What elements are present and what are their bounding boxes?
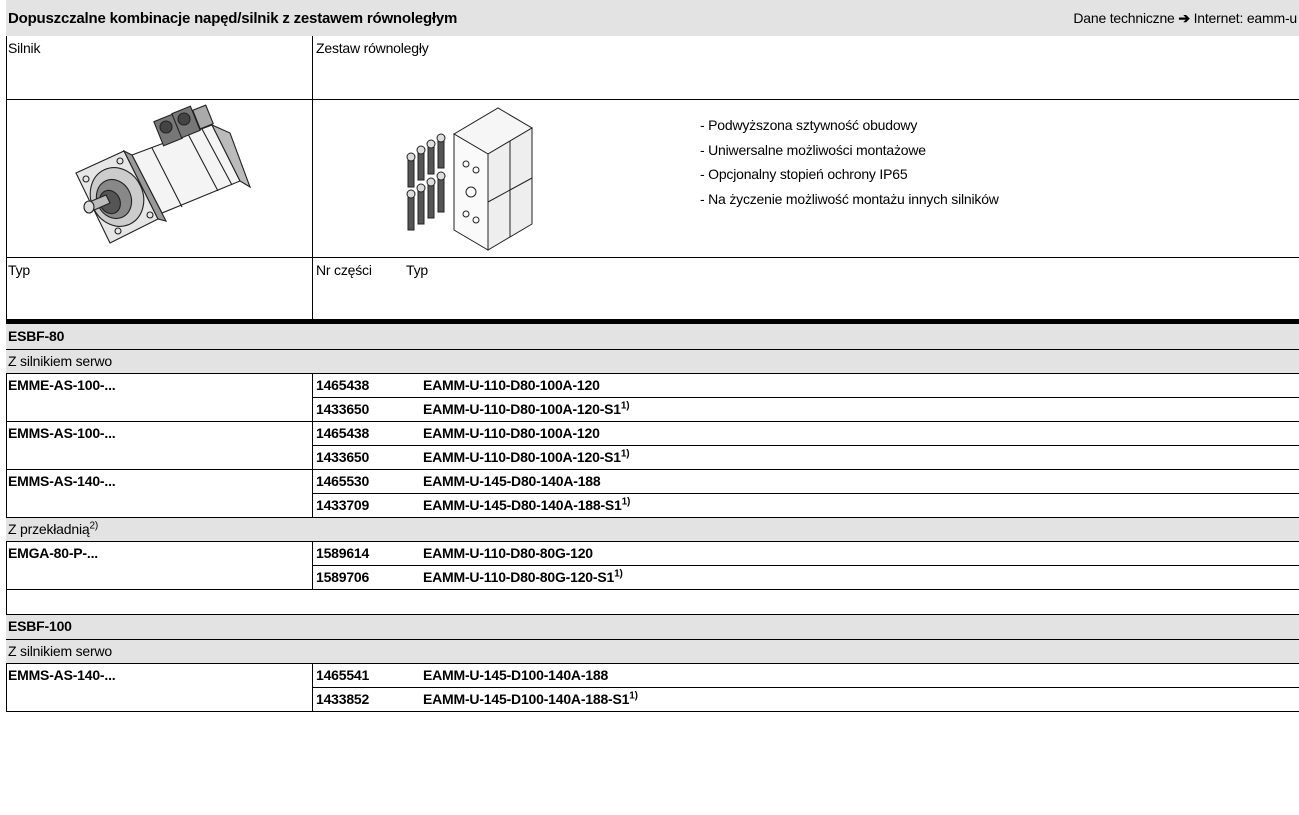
kit-type: EAMM-U-110-D80-100A-120-S11) bbox=[423, 448, 630, 465]
row-divider bbox=[312, 493, 1299, 494]
column-divider bbox=[312, 36, 313, 319]
row-divider bbox=[6, 373, 1299, 374]
row-divider bbox=[6, 711, 1299, 712]
row-divider bbox=[6, 257, 1299, 258]
tech-data-reference: Dane techniczne ➔ Internet: eamm-u bbox=[1073, 10, 1299, 27]
feature-item: - Opcjonalny stopień ochrony IP65 bbox=[700, 166, 908, 182]
footnote-ref: 2) bbox=[89, 520, 98, 532]
subsection-servo: Z silnikiem serwo bbox=[8, 353, 112, 369]
row-divider bbox=[312, 565, 1299, 566]
column-header-kit: Zestaw równoległy bbox=[316, 40, 429, 56]
footnote-ref: 1) bbox=[620, 448, 630, 460]
row-divider bbox=[6, 421, 1299, 422]
page-title: Dopuszczalne kombinacje napęd/silnik z z… bbox=[8, 9, 458, 27]
kit-type-text: EAMM-U-145-D80-140A-188 bbox=[423, 473, 601, 489]
motor-type: EMMS-AS-140-... bbox=[8, 473, 116, 489]
row-divider bbox=[6, 99, 1299, 100]
part-number: 1433650 bbox=[316, 449, 370, 465]
row-divider bbox=[6, 663, 1299, 664]
kit-type: EAMM-U-145-D100-140A-188 bbox=[423, 667, 608, 683]
column-header-type: Typ bbox=[8, 262, 30, 278]
part-number: 1433650 bbox=[316, 401, 370, 417]
kit-type-text: EAMM-U-110-D80-80G-120-S1 bbox=[423, 569, 615, 585]
title-bar: Dopuszczalne kombinacje napęd/silnik z z… bbox=[6, 0, 1299, 36]
subsection-band bbox=[6, 640, 1299, 663]
subsection-band bbox=[6, 518, 1299, 541]
subsection-servo: Z silnikiem serwo bbox=[8, 643, 112, 659]
footnote-ref: 1) bbox=[614, 568, 623, 580]
frame-left bbox=[6, 373, 7, 517]
motor-type: EMGA-80-P-... bbox=[8, 545, 98, 561]
section-band bbox=[6, 324, 1299, 349]
column-header-motor: Silnik bbox=[8, 40, 41, 56]
datasheet-page: Dopuszczalne kombinacje napęd/silnik z z… bbox=[0, 0, 1299, 815]
frame-left bbox=[6, 589, 7, 614]
motor-type: EMME-AS-100-... bbox=[8, 377, 116, 393]
kit-type: EAMM-U-110-D80-100A-120 bbox=[423, 425, 600, 441]
column-header-kit-type: Typ bbox=[406, 262, 428, 278]
part-number: 1589706 bbox=[316, 569, 370, 585]
part-number: 1465438 bbox=[316, 425, 370, 441]
feature-item: - Podwyższona sztywność obudowy bbox=[700, 117, 918, 133]
section-title-esbf-80: ESBF-80 bbox=[8, 328, 65, 344]
kit-type: EAMM-U-145-D80-140A-188 bbox=[423, 473, 601, 489]
subsection-band bbox=[6, 350, 1299, 373]
part-number: 1465530 bbox=[316, 473, 370, 489]
part-number: 1433852 bbox=[316, 691, 370, 707]
frame-left bbox=[6, 36, 7, 319]
kit-type-text: EAMM-U-145-D100-140A-188 bbox=[423, 667, 609, 683]
row-divider bbox=[6, 469, 1299, 470]
footnote-ref: 1) bbox=[629, 690, 638, 702]
column-header-part-number: Nr części bbox=[316, 262, 372, 278]
kit-type-text: EAMM-U-110-D80-100A-120-S1 bbox=[423, 449, 621, 465]
row-divider bbox=[312, 445, 1299, 446]
kit-type: EAMM-U-145-D100-140A-188-S11) bbox=[423, 691, 638, 707]
footnote-ref: 1) bbox=[621, 496, 631, 508]
kit-type-text: EAMM-U-110-D80-80G-120 bbox=[423, 545, 593, 561]
kit-type: EAMM-U-110-D80-80G-120 bbox=[423, 545, 593, 561]
kit-type-text: EAMM-U-110-D80-100A-120-S1 bbox=[423, 401, 621, 417]
kit-type: EAMM-U-110-D80-80G-120-S11) bbox=[423, 569, 623, 585]
arrow-right-icon: ➔ bbox=[1178, 9, 1190, 26]
frame-left bbox=[6, 663, 7, 711]
part-number: 1465541 bbox=[316, 667, 370, 683]
feature-list: - Podwyższona sztywność obudowy - Uniwer… bbox=[700, 113, 999, 211]
kit-type-text: EAMM-U-145-D100-140A-188-S1 bbox=[423, 691, 630, 707]
ref-link[interactable]: Internet: eamm-u bbox=[1194, 10, 1298, 26]
row-divider bbox=[6, 541, 1299, 542]
part-number: 1465438 bbox=[316, 377, 370, 393]
parallel-kit-image bbox=[406, 107, 533, 251]
section-title-esbf-100: ESBF-100 bbox=[8, 618, 72, 634]
kit-type: EAMM-U-145-D80-140A-188-S11) bbox=[423, 497, 630, 513]
feature-item: - Na życzenie możliwość montażu innych s… bbox=[700, 190, 999, 207]
kit-type: EAMM-U-110-D80-100A-120-S11) bbox=[423, 400, 630, 417]
footnote-ref: 1) bbox=[620, 400, 630, 412]
frame-left bbox=[6, 541, 7, 589]
kit-type-text: EAMM-U-110-D80-100A-120 bbox=[423, 425, 600, 441]
servo-motor-image bbox=[75, 104, 252, 244]
kit-type-text: EAMM-U-145-D80-140A-188-S1 bbox=[423, 497, 622, 513]
subsection-gear: Z przekładnią2) bbox=[8, 521, 98, 537]
part-number: 1433709 bbox=[316, 497, 370, 513]
feature-item: - Uniwersalne możliwości montażowe bbox=[700, 141, 926, 158]
row-divider bbox=[312, 687, 1299, 688]
row-divider bbox=[312, 397, 1299, 398]
kit-type-text: EAMM-U-110-D80-100A-120 bbox=[423, 377, 600, 393]
motor-type: EMMS-AS-140-... bbox=[8, 667, 116, 683]
part-number: 1589614 bbox=[316, 545, 370, 561]
ref-prefix: Dane techniczne bbox=[1073, 9, 1175, 26]
kit-type: EAMM-U-110-D80-100A-120 bbox=[423, 377, 600, 393]
motor-type: EMMS-AS-100-... bbox=[8, 425, 116, 441]
subsection-gear-text: Z przekładnią bbox=[8, 521, 90, 537]
row-divider bbox=[6, 589, 1299, 590]
section-band bbox=[6, 615, 1299, 639]
